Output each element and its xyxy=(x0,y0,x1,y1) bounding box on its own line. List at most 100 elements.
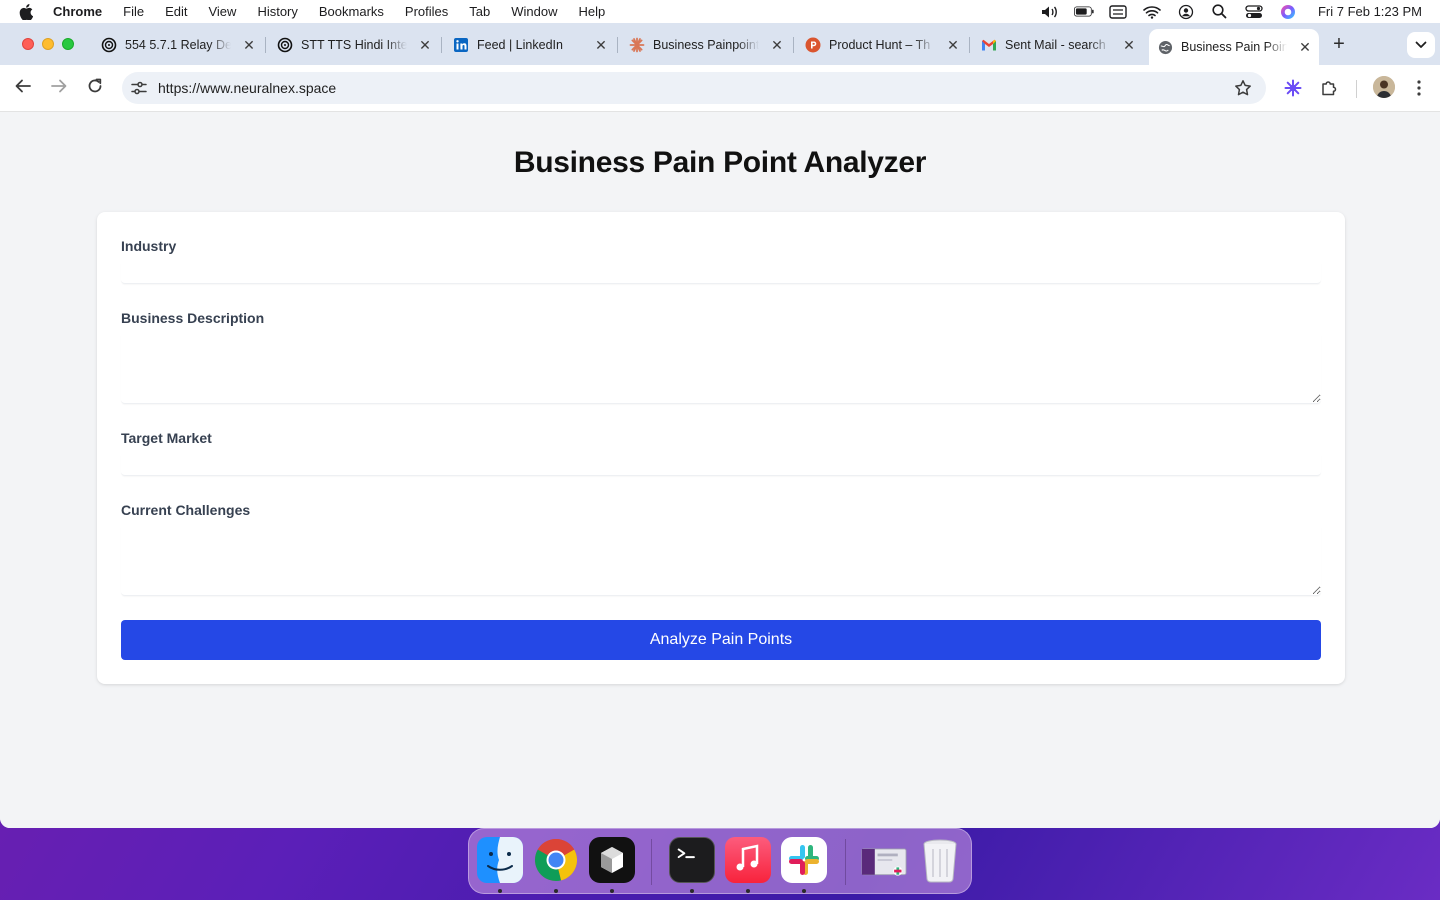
menu-tab[interactable]: Tab xyxy=(469,4,490,19)
close-tab-icon[interactable]: ✕ xyxy=(593,37,609,53)
profile-avatar[interactable] xyxy=(1373,76,1395,98)
analyze-pain-points-button[interactable]: Analyze Pain Points xyxy=(121,620,1321,660)
extension-perplexity-icon[interactable] xyxy=(1283,78,1303,98)
menu-history[interactable]: History xyxy=(257,4,297,19)
openai-icon xyxy=(277,37,293,53)
window-controls xyxy=(22,38,74,50)
menu-file[interactable]: File xyxy=(123,4,144,19)
tab-search-button[interactable] xyxy=(1407,32,1435,58)
target-market-label: Target Market xyxy=(121,430,212,446)
browser-toolbar: https://www.neuralnex.space xyxy=(0,65,1440,112)
tab-linkedin[interactable]: Feed | LinkedIn ✕ xyxy=(445,30,609,60)
target-market-input[interactable] xyxy=(121,452,1321,476)
toolbar-divider xyxy=(1356,80,1357,98)
chevron-down-icon xyxy=(1415,36,1427,54)
menu-profiles[interactable]: Profiles xyxy=(405,4,448,19)
running-indicator xyxy=(690,889,694,893)
url-text[interactable]: https://www.neuralnex.space xyxy=(158,80,336,96)
close-tab-icon[interactable]: ✕ xyxy=(769,37,785,53)
tab-separator xyxy=(969,37,970,53)
tab-separator xyxy=(441,37,442,53)
menu-edit[interactable]: Edit xyxy=(165,4,187,19)
close-tab-icon[interactable]: ✕ xyxy=(1121,37,1137,53)
forward-button[interactable] xyxy=(49,78,69,98)
keyboard-input-icon[interactable] xyxy=(1108,4,1128,19)
address-bar[interactable]: https://www.neuralnex.space xyxy=(122,72,1266,104)
tab-title: Business Painpoint xyxy=(653,38,759,52)
tab-product-hunt[interactable]: Product Hunt – Th ✕ xyxy=(797,30,961,60)
chrome-icon[interactable] xyxy=(533,837,579,883)
close-tab-icon[interactable]: ✕ xyxy=(1297,39,1313,55)
menu-help[interactable]: Help xyxy=(579,4,606,19)
current-challenges-label: Current Challenges xyxy=(121,502,251,518)
close-tab-icon[interactable]: ✕ xyxy=(945,37,961,53)
back-button[interactable] xyxy=(13,78,33,98)
finder-icon[interactable] xyxy=(477,837,523,883)
industry-input[interactable] xyxy=(121,260,1321,284)
tab-title: 554 5.7.1 Relay De xyxy=(125,38,231,52)
globe-icon xyxy=(1157,39,1173,55)
tab-separator xyxy=(265,37,266,53)
volume-icon[interactable] xyxy=(1040,5,1060,19)
menu-view[interactable]: View xyxy=(208,4,236,19)
dock-separator xyxy=(651,839,652,885)
user-switch-icon[interactable] xyxy=(1176,4,1196,19)
terminal-icon[interactable] xyxy=(669,837,715,883)
new-tab-button[interactable]: + xyxy=(1330,34,1348,54)
gmail-icon xyxy=(981,37,997,53)
extensions-puzzle-icon[interactable] xyxy=(1319,78,1339,98)
trash-icon[interactable] xyxy=(917,837,963,883)
page-content: Business Pain Point Analyzer Industry Bu… xyxy=(0,112,1440,828)
tab-stt-tts[interactable]: STT TTS Hindi Inte ✕ xyxy=(269,30,433,60)
tab-title: Product Hunt – Th xyxy=(829,38,931,52)
tab-separator xyxy=(617,37,618,53)
site-settings-icon[interactable] xyxy=(130,79,148,97)
claude-icon xyxy=(629,37,645,53)
running-indicator xyxy=(802,889,806,893)
linkedin-icon xyxy=(453,37,469,53)
analyzer-form-card: Industry Business Description Target Mar… xyxy=(97,212,1345,684)
slack-icon[interactable] xyxy=(781,837,827,883)
music-icon[interactable] xyxy=(725,837,771,883)
tab-business-pain-point-analyzer[interactable]: Business Pain Poin ✕ xyxy=(1149,29,1319,65)
close-tab-icon[interactable]: ✕ xyxy=(417,37,433,53)
tab-relay-error[interactable]: 554 5.7.1 Relay De ✕ xyxy=(93,30,257,60)
fullscreen-window-button[interactable] xyxy=(62,38,74,50)
close-window-button[interactable] xyxy=(22,38,34,50)
minimize-window-button[interactable] xyxy=(42,38,54,50)
business-description-textarea[interactable] xyxy=(121,332,1321,404)
current-challenges-textarea[interactable] xyxy=(121,524,1321,596)
running-indicator xyxy=(610,889,614,893)
close-tab-icon[interactable]: ✕ xyxy=(241,37,257,53)
dock-separator xyxy=(845,839,846,885)
battery-icon[interactable] xyxy=(1073,5,1094,19)
more-menu-icon[interactable] xyxy=(1409,78,1429,98)
menu-clock[interactable]: Fri 7 Feb 1:23 PM xyxy=(1318,4,1422,19)
tab-title: Business Pain Poin xyxy=(1181,40,1287,54)
reload-icon xyxy=(87,78,103,99)
business-description-label: Business Description xyxy=(121,310,265,326)
bookmark-star-icon[interactable] xyxy=(1234,79,1252,97)
wifi-icon[interactable] xyxy=(1142,5,1162,19)
tab-business-painpoint[interactable]: Business Painpoint ✕ xyxy=(621,30,785,60)
control-center-icon[interactable] xyxy=(1244,4,1264,19)
spotlight-search-icon[interactable] xyxy=(1210,4,1230,19)
page-title: Business Pain Point Analyzer xyxy=(513,146,927,179)
siri-icon[interactable] xyxy=(1278,4,1298,19)
reload-button[interactable] xyxy=(85,78,105,98)
tab-gmail[interactable]: Sent Mail - search ✕ xyxy=(973,30,1137,60)
tab-title: Sent Mail - search xyxy=(1005,38,1106,52)
window-preview-icon[interactable] xyxy=(861,837,907,883)
cube-app-icon[interactable] xyxy=(589,837,635,883)
running-indicator xyxy=(498,889,502,893)
arrow-left-icon xyxy=(15,79,31,98)
browser-window: 554 5.7.1 Relay De ✕ STT TTS Hindi Inte … xyxy=(0,23,1440,828)
menu-bar: Chrome File Edit View History Bookmarks … xyxy=(0,0,1440,23)
apple-icon[interactable] xyxy=(19,3,35,20)
menu-bookmarks[interactable]: Bookmarks xyxy=(319,4,384,19)
menu-window[interactable]: Window xyxy=(511,4,557,19)
tab-title: Feed | LinkedIn xyxy=(477,38,563,52)
menu-app-name[interactable]: Chrome xyxy=(53,4,102,19)
running-indicator xyxy=(746,889,750,893)
tab-strip: 554 5.7.1 Relay De ✕ STT TTS Hindi Inte … xyxy=(0,23,1440,65)
